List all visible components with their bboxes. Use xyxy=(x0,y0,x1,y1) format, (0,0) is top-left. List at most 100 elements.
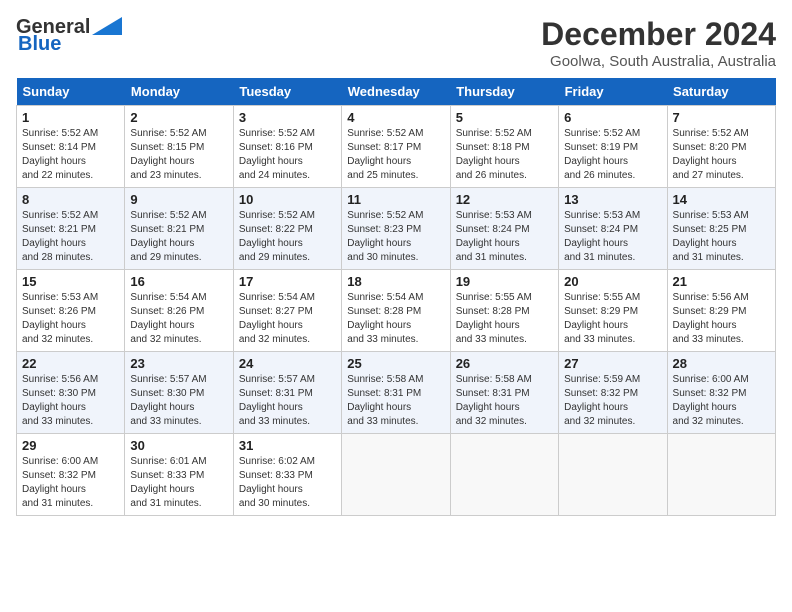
week-row-3: 15 Sunrise: 5:53 AM Sunset: 8:26 PM Dayl… xyxy=(17,270,776,352)
day-number: 10 xyxy=(239,192,336,207)
day-number: 3 xyxy=(239,110,336,125)
calendar-cell: 2 Sunrise: 5:52 AM Sunset: 8:15 PM Dayli… xyxy=(125,106,233,188)
col-monday: Monday xyxy=(125,78,233,106)
calendar-cell: 29 Sunrise: 6:00 AM Sunset: 8:32 PM Dayl… xyxy=(17,434,125,516)
logo-blue: Blue xyxy=(18,33,61,56)
day-number: 9 xyxy=(130,192,227,207)
calendar-cell: 16 Sunrise: 5:54 AM Sunset: 8:26 PM Dayl… xyxy=(125,270,233,352)
day-info: Sunrise: 5:52 AM Sunset: 8:22 PM Dayligh… xyxy=(239,209,336,265)
day-info: Sunrise: 5:55 AM Sunset: 8:29 PM Dayligh… xyxy=(564,291,661,347)
day-number: 2 xyxy=(130,110,227,125)
day-info: Sunrise: 5:52 AM Sunset: 8:19 PM Dayligh… xyxy=(564,127,661,183)
day-number: 7 xyxy=(673,110,770,125)
calendar-cell: 8 Sunrise: 5:52 AM Sunset: 8:21 PM Dayli… xyxy=(17,188,125,270)
calendar-cell: 24 Sunrise: 5:57 AM Sunset: 8:31 PM Dayl… xyxy=(233,352,341,434)
title-block: December 2024 Goolwa, South Australia, A… xyxy=(541,16,776,70)
week-row-4: 22 Sunrise: 5:56 AM Sunset: 8:30 PM Dayl… xyxy=(17,352,776,434)
day-number: 18 xyxy=(347,274,444,289)
day-number: 6 xyxy=(564,110,661,125)
calendar-cell: 7 Sunrise: 5:52 AM Sunset: 8:20 PM Dayli… xyxy=(667,106,775,188)
calendar-cell: 3 Sunrise: 5:52 AM Sunset: 8:16 PM Dayli… xyxy=(233,106,341,188)
day-info: Sunrise: 5:52 AM Sunset: 8:15 PM Dayligh… xyxy=(130,127,227,183)
calendar-cell: 11 Sunrise: 5:52 AM Sunset: 8:23 PM Dayl… xyxy=(342,188,450,270)
week-row-2: 8 Sunrise: 5:52 AM Sunset: 8:21 PM Dayli… xyxy=(17,188,776,270)
calendar-cell: 10 Sunrise: 5:52 AM Sunset: 8:22 PM Dayl… xyxy=(233,188,341,270)
day-number: 22 xyxy=(22,356,119,371)
day-info: Sunrise: 5:55 AM Sunset: 8:28 PM Dayligh… xyxy=(456,291,553,347)
day-number: 4 xyxy=(347,110,444,125)
calendar-cell xyxy=(559,434,667,516)
day-info: Sunrise: 5:54 AM Sunset: 8:28 PM Dayligh… xyxy=(347,291,444,347)
col-wednesday: Wednesday xyxy=(342,78,450,106)
col-tuesday: Tuesday xyxy=(233,78,341,106)
calendar-cell: 4 Sunrise: 5:52 AM Sunset: 8:17 PM Dayli… xyxy=(342,106,450,188)
day-number: 11 xyxy=(347,192,444,207)
day-info: Sunrise: 5:53 AM Sunset: 8:24 PM Dayligh… xyxy=(564,209,661,265)
calendar-cell: 23 Sunrise: 5:57 AM Sunset: 8:30 PM Dayl… xyxy=(125,352,233,434)
calendar-title: December 2024 xyxy=(541,16,776,53)
day-number: 31 xyxy=(239,438,336,453)
calendar-cell: 25 Sunrise: 5:58 AM Sunset: 8:31 PM Dayl… xyxy=(342,352,450,434)
calendar-cell xyxy=(450,434,558,516)
day-number: 27 xyxy=(564,356,661,371)
calendar-cell xyxy=(667,434,775,516)
col-thursday: Thursday xyxy=(450,78,558,106)
day-info: Sunrise: 5:58 AM Sunset: 8:31 PM Dayligh… xyxy=(456,373,553,429)
day-info: Sunrise: 5:52 AM Sunset: 8:23 PM Dayligh… xyxy=(347,209,444,265)
day-info: Sunrise: 5:52 AM Sunset: 8:21 PM Dayligh… xyxy=(130,209,227,265)
logo-icon xyxy=(92,17,122,35)
day-number: 26 xyxy=(456,356,553,371)
days-header-row: Sunday Monday Tuesday Wednesday Thursday… xyxy=(17,78,776,106)
calendar-cell: 21 Sunrise: 5:56 AM Sunset: 8:29 PM Dayl… xyxy=(667,270,775,352)
calendar-cell: 13 Sunrise: 5:53 AM Sunset: 8:24 PM Dayl… xyxy=(559,188,667,270)
calendar-cell: 31 Sunrise: 6:02 AM Sunset: 8:33 PM Dayl… xyxy=(233,434,341,516)
day-number: 24 xyxy=(239,356,336,371)
day-number: 23 xyxy=(130,356,227,371)
calendar-cell: 22 Sunrise: 5:56 AM Sunset: 8:30 PM Dayl… xyxy=(17,352,125,434)
day-number: 1 xyxy=(22,110,119,125)
day-number: 15 xyxy=(22,274,119,289)
day-number: 29 xyxy=(22,438,119,453)
day-info: Sunrise: 5:52 AM Sunset: 8:20 PM Dayligh… xyxy=(673,127,770,183)
day-info: Sunrise: 6:00 AM Sunset: 8:32 PM Dayligh… xyxy=(22,455,119,511)
day-info: Sunrise: 5:56 AM Sunset: 8:30 PM Dayligh… xyxy=(22,373,119,429)
page-header: General Blue December 2024 Goolwa, South… xyxy=(16,16,776,70)
calendar-cell: 12 Sunrise: 5:53 AM Sunset: 8:24 PM Dayl… xyxy=(450,188,558,270)
day-number: 21 xyxy=(673,274,770,289)
calendar-cell: 27 Sunrise: 5:59 AM Sunset: 8:32 PM Dayl… xyxy=(559,352,667,434)
col-friday: Friday xyxy=(559,78,667,106)
day-info: Sunrise: 5:52 AM Sunset: 8:14 PM Dayligh… xyxy=(22,127,119,183)
day-info: Sunrise: 5:54 AM Sunset: 8:27 PM Dayligh… xyxy=(239,291,336,347)
week-row-1: 1 Sunrise: 5:52 AM Sunset: 8:14 PM Dayli… xyxy=(17,106,776,188)
calendar-cell: 9 Sunrise: 5:52 AM Sunset: 8:21 PM Dayli… xyxy=(125,188,233,270)
calendar-cell: 28 Sunrise: 6:00 AM Sunset: 8:32 PM Dayl… xyxy=(667,352,775,434)
day-info: Sunrise: 5:53 AM Sunset: 8:26 PM Dayligh… xyxy=(22,291,119,347)
calendar-subtitle: Goolwa, South Australia, Australia xyxy=(541,53,776,70)
calendar-cell: 30 Sunrise: 6:01 AM Sunset: 8:33 PM Dayl… xyxy=(125,434,233,516)
calendar-cell: 5 Sunrise: 5:52 AM Sunset: 8:18 PM Dayli… xyxy=(450,106,558,188)
day-info: Sunrise: 5:57 AM Sunset: 8:30 PM Dayligh… xyxy=(130,373,227,429)
day-info: Sunrise: 5:52 AM Sunset: 8:21 PM Dayligh… xyxy=(22,209,119,265)
calendar-cell: 1 Sunrise: 5:52 AM Sunset: 8:14 PM Dayli… xyxy=(17,106,125,188)
day-info: Sunrise: 5:57 AM Sunset: 8:31 PM Dayligh… xyxy=(239,373,336,429)
logo: General Blue xyxy=(16,16,122,56)
day-info: Sunrise: 5:58 AM Sunset: 8:31 PM Dayligh… xyxy=(347,373,444,429)
day-number: 25 xyxy=(347,356,444,371)
col-sunday: Sunday xyxy=(17,78,125,106)
day-info: Sunrise: 6:01 AM Sunset: 8:33 PM Dayligh… xyxy=(130,455,227,511)
calendar-cell: 14 Sunrise: 5:53 AM Sunset: 8:25 PM Dayl… xyxy=(667,188,775,270)
day-number: 13 xyxy=(564,192,661,207)
calendar-cell: 6 Sunrise: 5:52 AM Sunset: 8:19 PM Dayli… xyxy=(559,106,667,188)
day-info: Sunrise: 5:53 AM Sunset: 8:25 PM Dayligh… xyxy=(673,209,770,265)
day-info: Sunrise: 5:52 AM Sunset: 8:17 PM Dayligh… xyxy=(347,127,444,183)
day-info: Sunrise: 6:02 AM Sunset: 8:33 PM Dayligh… xyxy=(239,455,336,511)
day-number: 8 xyxy=(22,192,119,207)
week-row-5: 29 Sunrise: 6:00 AM Sunset: 8:32 PM Dayl… xyxy=(17,434,776,516)
day-number: 30 xyxy=(130,438,227,453)
day-info: Sunrise: 5:52 AM Sunset: 8:16 PM Dayligh… xyxy=(239,127,336,183)
col-saturday: Saturday xyxy=(667,78,775,106)
day-info: Sunrise: 5:53 AM Sunset: 8:24 PM Dayligh… xyxy=(456,209,553,265)
day-number: 12 xyxy=(456,192,553,207)
day-number: 28 xyxy=(673,356,770,371)
day-number: 19 xyxy=(456,274,553,289)
